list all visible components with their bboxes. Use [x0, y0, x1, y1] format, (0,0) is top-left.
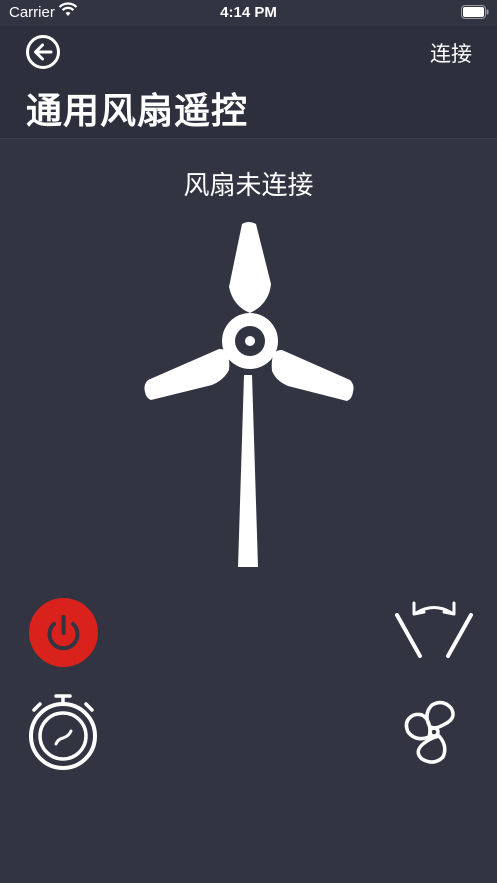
swing-oscillation-icon[interactable] [394, 598, 474, 660]
connect-button[interactable]: 连接 [430, 38, 472, 68]
stopwatch-icon[interactable] [28, 692, 98, 772]
navigation-bar: 连接 通用风扇遥控 [0, 26, 497, 139]
clock: 4:14 PM [220, 4, 277, 21]
power-button[interactable] [29, 598, 98, 667]
fan-mode-icon[interactable] [401, 700, 467, 766]
page-title: 通用风扇遥控 [26, 91, 249, 132]
wind-turbine-icon [144, 222, 354, 567]
battery-icon [461, 5, 489, 19]
back-arrow-icon[interactable] [25, 34, 61, 70]
status-bar: Carrier 4:14 PM [0, 0, 497, 26]
power-icon [47, 615, 80, 651]
connection-status: 风扇未连接 [183, 171, 314, 201]
